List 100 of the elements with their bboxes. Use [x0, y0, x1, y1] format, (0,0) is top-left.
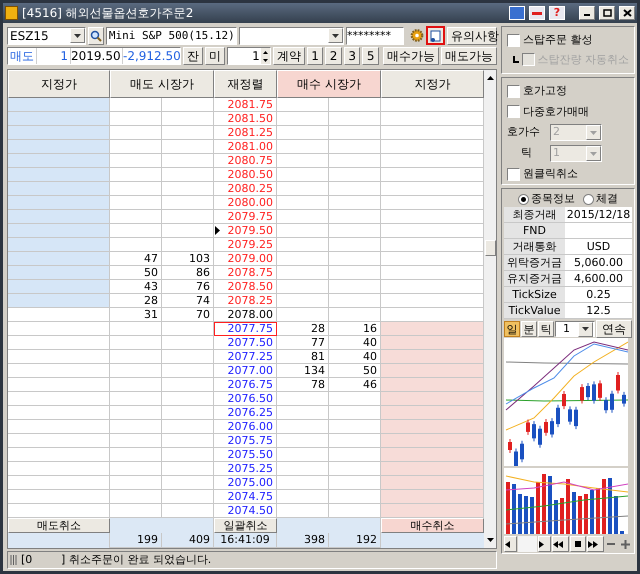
price-cell[interactable]: 2080.75	[214, 154, 277, 168]
limit-sell-cell[interactable]	[8, 490, 110, 504]
contracts-spinner[interactable]: 1	[227, 47, 271, 65]
limit-buy-cell[interactable]	[381, 266, 484, 280]
limit-sell-cell[interactable]	[8, 406, 110, 420]
price-cell[interactable]: 2077.75	[214, 322, 277, 336]
scrollbar[interactable]	[484, 70, 496, 548]
contract-button[interactable]: 계약	[272, 47, 305, 65]
scroll-right-button[interactable]	[538, 536, 552, 552]
account-combo[interactable]	[239, 26, 344, 44]
limit-buy-cell[interactable]	[381, 476, 484, 490]
scroll-thumb[interactable]	[484, 240, 496, 256]
dropdown-button[interactable]	[328, 28, 343, 43]
buy-cancel-button[interactable]: 매수취소	[381, 518, 484, 533]
limit-buy-cell[interactable]	[381, 448, 484, 462]
price-cell[interactable]: 2078.00	[214, 308, 277, 322]
limit-buy-cell[interactable]	[381, 126, 484, 140]
limit-buy-cell[interactable]	[381, 378, 484, 392]
limit-buy-cell[interactable]	[381, 98, 484, 112]
limit-buy-cell[interactable]	[381, 364, 484, 378]
price-cell[interactable]: 2075.25	[214, 462, 277, 476]
price-cell[interactable]: 2081.75	[214, 98, 277, 112]
limit-buy-cell[interactable]	[381, 252, 484, 266]
dropdown-button[interactable]	[70, 28, 85, 43]
open-orders-button[interactable]: 미	[205, 47, 225, 65]
limit-buy-cell[interactable]	[381, 406, 484, 420]
checkbox[interactable]	[507, 105, 520, 118]
sell-cancel-button[interactable]: 매도취소	[8, 518, 110, 533]
limit-sell-cell[interactable]	[8, 308, 110, 322]
fast-forward-button[interactable]	[586, 536, 604, 552]
limit-sell-cell[interactable]	[8, 238, 110, 252]
price-cell[interactable]: 2075.50	[214, 448, 277, 462]
limit-sell-cell[interactable]	[8, 210, 110, 224]
limit-sell-cell[interactable]	[8, 154, 110, 168]
sell-available-button[interactable]: 매도가능	[440, 47, 497, 65]
symbol-combo[interactable]: ESZ15	[7, 26, 86, 44]
rewind-button[interactable]	[552, 536, 570, 552]
limit-buy-cell[interactable]	[381, 322, 484, 336]
scroll-up-icon[interactable]	[486, 76, 494, 80]
limit-buy-cell[interactable]	[381, 462, 484, 476]
limit-buy-cell[interactable]	[381, 140, 484, 154]
continuous-button[interactable]: 연속	[596, 320, 632, 338]
minimize-button[interactable]	[579, 6, 595, 20]
price-cell[interactable]: 2075.00	[214, 476, 277, 490]
limit-sell-cell[interactable]	[8, 126, 110, 140]
price-cell[interactable]: 2078.50	[214, 280, 277, 294]
price-cell[interactable]: 2080.00	[214, 196, 277, 210]
limit-sell-cell[interactable]	[8, 322, 110, 336]
limit-sell-cell[interactable]	[8, 364, 110, 378]
limit-buy-cell[interactable]	[381, 112, 484, 126]
limit-sell-cell[interactable]	[8, 350, 110, 364]
window-layout-icon[interactable]	[509, 6, 525, 20]
close-button[interactable]	[619, 6, 635, 20]
limit-sell-cell[interactable]	[8, 476, 110, 490]
price-cell[interactable]: 2076.25	[214, 406, 277, 420]
limit-sell-cell[interactable]	[8, 224, 110, 238]
scroll-left-button[interactable]	[504, 536, 518, 552]
checkbox[interactable]	[507, 168, 520, 181]
scroll-down-icon[interactable]	[486, 538, 494, 542]
limit-sell-cell[interactable]	[8, 448, 110, 462]
interval-select[interactable]: 1	[555, 321, 595, 337]
limit-sell-cell[interactable]	[8, 378, 110, 392]
price-cell[interactable]: 2076.50	[214, 392, 277, 406]
search-button[interactable]	[88, 26, 104, 44]
limit-sell-cell[interactable]	[8, 266, 110, 280]
password-field[interactable]: ********	[346, 26, 404, 44]
price-cell[interactable]: 2080.25	[214, 182, 277, 196]
document-button[interactable]	[426, 26, 445, 45]
pin-icon[interactable]	[529, 6, 545, 20]
price-cell[interactable]: 2074.75	[214, 490, 277, 504]
cancel-all-button[interactable]: 일괄취소	[214, 518, 277, 533]
price-cell[interactable]: 2078.75	[214, 266, 277, 280]
limit-buy-cell[interactable]	[381, 238, 484, 252]
dropdown-button[interactable]	[578, 322, 593, 336]
help-button[interactable]: ?	[549, 6, 565, 20]
price-cell[interactable]: 2081.50	[214, 112, 277, 126]
limit-buy-cell[interactable]	[381, 504, 484, 518]
quantity-preset-button[interactable]: 1	[306, 47, 324, 65]
price-cell[interactable]: 2077.50	[214, 336, 277, 350]
limit-sell-cell[interactable]	[8, 98, 110, 112]
limit-buy-cell[interactable]	[381, 196, 484, 210]
checkbox[interactable]	[507, 84, 520, 98]
period-tab[interactable]: 틱	[538, 321, 554, 337]
maximize-button[interactable]	[599, 6, 615, 20]
limit-buy-cell[interactable]	[381, 434, 484, 448]
limit-sell-cell[interactable]	[8, 252, 110, 266]
notice-button[interactable]: 유의사항	[447, 26, 497, 44]
quantity-preset-button[interactable]: 5	[362, 47, 379, 65]
stop-button[interactable]	[570, 536, 586, 552]
limit-sell-cell[interactable]	[8, 140, 110, 154]
price-cell[interactable]: 2079.75	[214, 210, 277, 224]
limit-sell-cell[interactable]	[8, 462, 110, 476]
price-cell[interactable]: 2077.25	[214, 350, 277, 364]
price-cell[interactable]: 2079.25	[214, 238, 277, 252]
price-cell[interactable]: 2080.50	[214, 168, 277, 182]
limit-buy-cell[interactable]	[381, 336, 484, 350]
limit-sell-cell[interactable]	[8, 420, 110, 434]
buy-available-button[interactable]: 매수가능	[382, 47, 439, 65]
limit-buy-cell[interactable]	[381, 294, 484, 308]
limit-buy-cell[interactable]	[381, 210, 484, 224]
